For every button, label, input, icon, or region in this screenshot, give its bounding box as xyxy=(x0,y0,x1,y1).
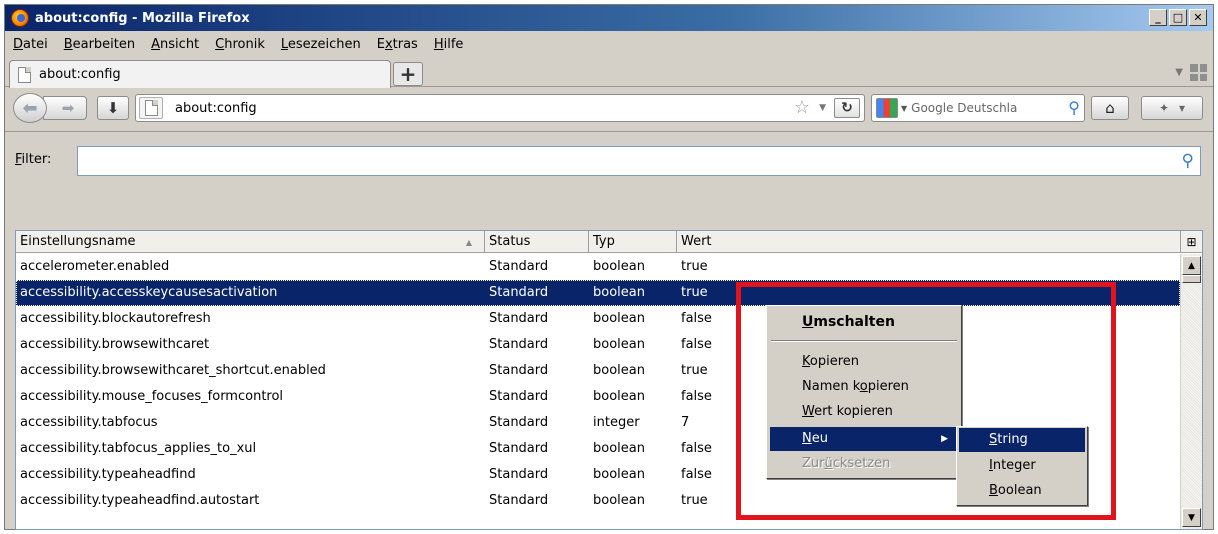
menu-item-neu[interactable]: Neu ▶ xyxy=(770,427,958,451)
menu-bearbeiten[interactable]: Bearbeiten xyxy=(56,37,143,52)
forward-arrow-icon: ➡ xyxy=(61,99,75,117)
submenu-item-integer[interactable]: Integer xyxy=(959,454,1085,478)
tab-about-config[interactable]: about:config xyxy=(9,60,391,88)
table-row[interactable]: accessibility.browsewithcaret Standard boo… xyxy=(16,332,1180,358)
home-button[interactable]: ⌂ xyxy=(1091,96,1129,120)
menu-item-kopieren[interactable]: Kopieren xyxy=(770,350,958,374)
column-header-name[interactable]: Einstellungsname ▲ xyxy=(16,231,485,253)
table-row[interactable]: accessibility.mouse_focuses_formcontrol S… xyxy=(16,384,1180,410)
tab-list-arrow-icon[interactable]: ▼ xyxy=(1175,67,1183,78)
tab-groups-icon[interactable] xyxy=(1190,64,1207,81)
new-tab-button[interactable]: + xyxy=(393,62,423,86)
reload-button[interactable]: ↻ xyxy=(834,98,860,118)
page-icon xyxy=(18,66,31,83)
scroll-thumb[interactable] xyxy=(1182,275,1201,283)
search-icon: ⚲ xyxy=(1181,151,1194,171)
engine-dropdown-icon[interactable]: ▼ xyxy=(901,104,907,113)
back-button[interactable]: ⬅ xyxy=(13,93,47,123)
maximize-button[interactable]: □ xyxy=(1169,9,1187,26)
menu-item-namen-kopieren[interactable]: Namen kopieren xyxy=(770,375,958,399)
menu-item-wert-kopieren[interactable]: Wert kopieren xyxy=(770,400,958,424)
addon-icon: ✦ xyxy=(1158,101,1170,115)
submenu-item-boolean[interactable]: Boolean xyxy=(959,479,1085,503)
menu-item-umschalten[interactable]: Umschalten xyxy=(770,310,958,334)
column-header-type[interactable]: Typ xyxy=(589,231,677,253)
url-text[interactable]: about:config xyxy=(175,101,257,116)
column-header-value[interactable]: Wert xyxy=(677,231,1177,253)
forward-button[interactable]: ➡ xyxy=(43,96,87,120)
home-icon: ⌂ xyxy=(1105,99,1115,117)
history-dropdown-icon[interactable]: ▼ xyxy=(819,103,826,113)
title-bar: about:config - Mozilla Firefox _ □ ✕ xyxy=(5,5,1213,31)
menu-hilfe[interactable]: Hilfe xyxy=(426,37,472,52)
context-menu: Umschalten Kopieren Namen kopieren Wert … xyxy=(766,305,962,479)
menu-bar: Datei Bearbeiten Ansicht Chronik Lesezei… xyxy=(5,33,471,55)
table-row[interactable]: accessibility.browsewithcaret_shortcut.e… xyxy=(16,358,1180,384)
search-bar[interactable]: ▼ Google Deutschla ⚲ xyxy=(871,94,1085,122)
menu-ansicht[interactable]: Ansicht xyxy=(143,37,207,52)
menu-separator xyxy=(771,340,957,342)
column-header-status[interactable]: Status xyxy=(485,231,589,253)
downloads-button[interactable]: ⬇ xyxy=(97,96,129,120)
site-identity-button[interactable] xyxy=(139,97,163,119)
firefox-icon xyxy=(11,9,29,27)
scroll-up-arrow-icon[interactable]: ▲ xyxy=(1182,256,1201,275)
window-controls: _ □ ✕ xyxy=(1149,9,1207,26)
addon-button[interactable]: ✦ ▾ xyxy=(1141,96,1203,120)
table-header: Einstellungsname ▲ Status Typ Wert ⊞ xyxy=(16,231,1202,253)
window-title: about:config - Mozilla Firefox xyxy=(35,10,250,26)
back-forward-group: ➡ ⬅ xyxy=(13,93,89,123)
new-submenu: String Integer Boolean xyxy=(956,426,1088,506)
table-row[interactable]: accelerometer.enabled Standard boolean true xyxy=(16,254,1180,280)
menu-extras[interactable]: Extras xyxy=(369,37,426,52)
table-row-selected[interactable]: accessibility.accesskeycausesactivation S… xyxy=(16,280,1180,306)
filter-label: Filter: xyxy=(15,152,52,167)
table-row[interactable]: accessibility.blockautorefresh Standard bo… xyxy=(16,306,1180,332)
menu-lesezeichen[interactable]: Lesezeichen xyxy=(273,37,369,52)
reload-icon: ↻ xyxy=(841,100,853,116)
google-engine-icon[interactable] xyxy=(876,98,898,118)
tab-strip: about:config + ▼ xyxy=(5,57,1213,88)
search-icon[interactable]: ⚲ xyxy=(1068,98,1080,117)
submenu-arrow-icon: ▶ xyxy=(941,434,948,444)
back-arrow-icon: ⬅ xyxy=(22,97,38,119)
filter-row: Filter: xyxy=(15,152,77,167)
sort-ascending-icon: ▲ xyxy=(465,238,472,247)
filter-input[interactable]: ⚲ xyxy=(77,146,1201,176)
tab-label: about:config xyxy=(39,67,121,82)
url-bar[interactable]: about:config ☆ ▼ ↻ xyxy=(135,94,865,122)
menu-datei[interactable]: Datei xyxy=(5,37,56,52)
download-arrow-icon: ⬇ xyxy=(106,99,120,117)
bookmark-star-icon[interactable]: ☆ xyxy=(794,97,810,118)
page-icon xyxy=(144,100,158,116)
close-button[interactable]: ✕ xyxy=(1189,9,1207,26)
navigation-bar: ➡ ⬅ ⬇ about:config ☆ ▼ ↻ ▼ Google Deutsc… xyxy=(5,88,1213,128)
menu-chronik[interactable]: Chronik xyxy=(207,37,273,52)
vertical-scrollbar[interactable]: ▲ ▼ xyxy=(1180,254,1202,529)
minimize-button[interactable]: _ xyxy=(1149,9,1167,26)
scroll-down-arrow-icon[interactable]: ▼ xyxy=(1182,508,1201,527)
addon-dropdown-icon: ▾ xyxy=(1179,101,1186,115)
column-picker-icon[interactable]: ⊞ xyxy=(1180,231,1202,253)
menu-item-zuruecksetzen: Zurücksetzen xyxy=(802,456,891,471)
search-placeholder[interactable]: Google Deutschla xyxy=(911,101,1051,115)
submenu-item-string[interactable]: String xyxy=(959,428,1085,452)
